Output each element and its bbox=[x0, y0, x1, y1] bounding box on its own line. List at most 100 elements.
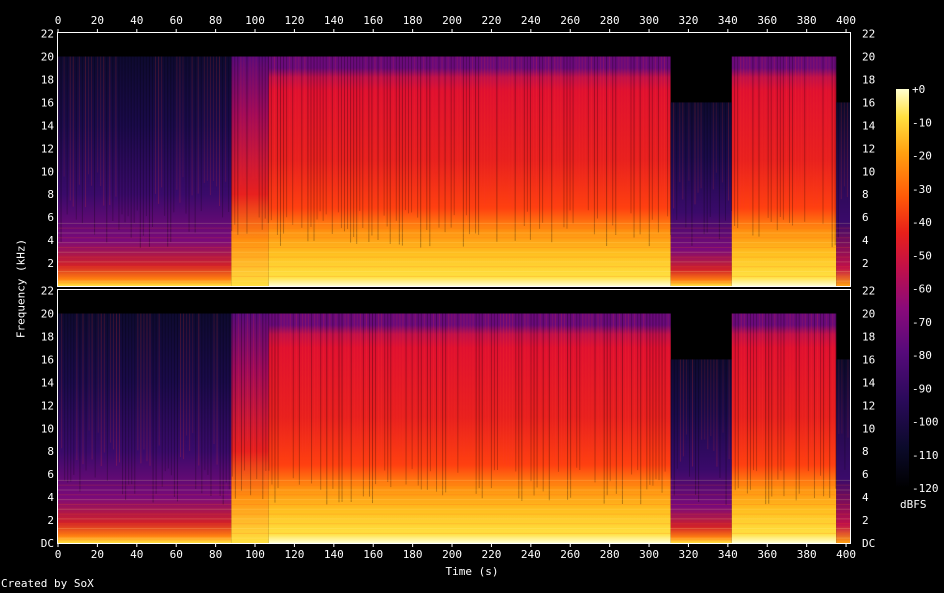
y-tick-label-right: 12 bbox=[862, 142, 875, 155]
y-tick-label-left: 14 bbox=[41, 376, 55, 389]
x-tick-label-top: 120 bbox=[284, 14, 304, 27]
y-tick-label-left: 4 bbox=[47, 491, 54, 504]
colorbar-tick-label: -40 bbox=[912, 216, 932, 229]
y-tick-label-right: 18 bbox=[862, 330, 875, 343]
x-tick-label-top: 380 bbox=[797, 14, 817, 27]
y-tick-label-right: 6 bbox=[862, 211, 869, 224]
x-tick-label-bottom: 380 bbox=[797, 548, 817, 561]
x-tick-label-top: 180 bbox=[403, 14, 423, 27]
x-tick-label-top: 340 bbox=[718, 14, 738, 27]
y-tick-label-left: 8 bbox=[47, 445, 54, 458]
x-tick-label-top: 20 bbox=[91, 14, 104, 27]
y-tick-label-right: 4 bbox=[862, 234, 869, 247]
x-axis-ticks-top: 0 20 40 60 80 100 120 140 160 180 200 220 240 260 280 3… bbox=[55, 14, 856, 33]
x-tick-label-top: 200 bbox=[442, 14, 462, 27]
x-tick-label-bottom: 280 bbox=[600, 548, 620, 561]
y-tick-label-right: 8 bbox=[862, 188, 869, 201]
y-tick-label-left: 10 bbox=[41, 422, 54, 435]
y-tick-label-right: 2 bbox=[862, 514, 869, 527]
x-tick-label-bottom: 60 bbox=[170, 548, 183, 561]
y-tick-label-left: 20 bbox=[41, 308, 54, 321]
y-tick-label-right: 22 bbox=[862, 285, 875, 298]
colorbar-ticks: +0 -10 -20 -30 -40 -50 -60 -70 -80 -90 -100 -110 -12… bbox=[912, 83, 939, 495]
spectrogram-channel-2 bbox=[58, 290, 850, 543]
x-tick-label-top: 80 bbox=[209, 14, 222, 27]
x-tick-label-bottom: 100 bbox=[245, 548, 265, 561]
x-tick-label-top: 320 bbox=[679, 14, 699, 27]
y-tick-label-right: 14 bbox=[862, 119, 876, 132]
y-tick-label-right: 8 bbox=[862, 445, 869, 458]
y-tick-label-left: 4 bbox=[47, 234, 54, 247]
colorbar-tick-label: -120 bbox=[912, 482, 939, 495]
credit-text: Created by SoX bbox=[1, 577, 94, 590]
x-tick-label-bottom: 340 bbox=[718, 548, 738, 561]
y-tick-label-right: 4 bbox=[862, 491, 869, 504]
y-tick-label-left: 2 bbox=[47, 514, 54, 527]
x-tick-label-bottom: 180 bbox=[403, 548, 423, 561]
x-tick-label-bottom: 360 bbox=[757, 548, 777, 561]
x-tick-label-bottom: 40 bbox=[130, 548, 143, 561]
y-tick-label-left: 10 bbox=[41, 165, 54, 178]
y-tick-label-left: 22 bbox=[41, 28, 54, 41]
colorbar-tick-label: -70 bbox=[912, 316, 932, 329]
y-axis-label: Frequency (kHz) bbox=[14, 238, 28, 339]
x-tick-label-top: 240 bbox=[521, 14, 541, 27]
colorbar-tick-label: -60 bbox=[912, 283, 932, 296]
x-tick-label-top: 300 bbox=[639, 14, 659, 27]
x-axis-label: Time (s) bbox=[445, 565, 499, 578]
y-tick-label-left: 14 bbox=[41, 119, 55, 132]
x-tick-label-bottom: 400 bbox=[836, 548, 856, 561]
y-tick-label-right: 18 bbox=[862, 73, 875, 86]
y-tick-label-left: 16 bbox=[41, 353, 54, 366]
x-tick-label-top: 220 bbox=[481, 14, 501, 27]
x-tick-label-top: 360 bbox=[757, 14, 777, 27]
colorbar-tick-label: -20 bbox=[912, 150, 932, 163]
colorbar-tick-label: -110 bbox=[912, 449, 939, 462]
y-tick-label-right: 10 bbox=[862, 422, 875, 435]
x-tick-label-bottom: 260 bbox=[560, 548, 580, 561]
x-tick-label-top: 140 bbox=[324, 14, 344, 27]
x-tick-label-bottom: 300 bbox=[639, 548, 659, 561]
y-tick-label-left: 18 bbox=[41, 73, 54, 86]
y-tick-label-left: 22 bbox=[41, 285, 54, 298]
x-tick-label-top: 160 bbox=[363, 14, 383, 27]
y-tick-label-right: 2 bbox=[862, 257, 869, 270]
colorbar-tick-label: -30 bbox=[912, 183, 932, 196]
colorbar-tick-label: -90 bbox=[912, 382, 932, 395]
colorbar-tick-label: -100 bbox=[912, 416, 939, 429]
spectrum-segment-4 bbox=[731, 56, 837, 286]
x-tick-label-bottom: 120 bbox=[284, 548, 304, 561]
x-tick-label-bottom: 160 bbox=[363, 548, 383, 561]
y-tick-label-left: 12 bbox=[41, 142, 54, 155]
x-tick-label-top: 0 bbox=[55, 14, 62, 27]
y-tick-label-right: 16 bbox=[862, 353, 875, 366]
colorbar-unit-label: dBFS bbox=[900, 498, 927, 511]
y-tick-label-left: DC bbox=[41, 537, 54, 550]
x-tick-label-bottom: 220 bbox=[481, 548, 501, 561]
y-tick-label-right: 12 bbox=[862, 399, 875, 412]
x-tick-label-bottom: 80 bbox=[209, 548, 222, 561]
y-tick-label-right: 16 bbox=[862, 96, 875, 109]
y-tick-label-right: 20 bbox=[862, 51, 875, 64]
colorbar-tick-label: -80 bbox=[912, 349, 932, 362]
y-tick-label-right: 14 bbox=[862, 376, 876, 389]
x-tick-label-bottom: 320 bbox=[679, 548, 699, 561]
y-tick-label-left: 6 bbox=[47, 468, 54, 481]
x-tick-label-bottom: 20 bbox=[91, 548, 104, 561]
y-tick-label-left: 16 bbox=[41, 96, 54, 109]
x-tick-label-bottom: 0 bbox=[55, 548, 62, 561]
colorbar-tick-label: +0 bbox=[912, 83, 925, 96]
y-tick-label-left: 18 bbox=[41, 330, 54, 343]
colorbar bbox=[896, 89, 909, 488]
y-tick-label-right: 20 bbox=[862, 308, 875, 321]
x-tick-label-top: 260 bbox=[560, 14, 580, 27]
colorbar-tick-label: -10 bbox=[912, 116, 932, 129]
y-tick-label-right: DC bbox=[862, 537, 875, 550]
y-tick-label-right: 22 bbox=[862, 28, 875, 41]
y-tick-label-right: 6 bbox=[862, 468, 869, 481]
colorbar-tick-label: -50 bbox=[912, 249, 932, 262]
spectrum-segment-0 bbox=[58, 56, 232, 286]
x-tick-label-top: 400 bbox=[836, 14, 856, 27]
y-tick-label-left: 20 bbox=[41, 51, 54, 64]
x-axis-ticks-bottom: 0 20 40 60 80 100 120 140 160 180 200 220 240 260 280 3… bbox=[55, 543, 856, 561]
